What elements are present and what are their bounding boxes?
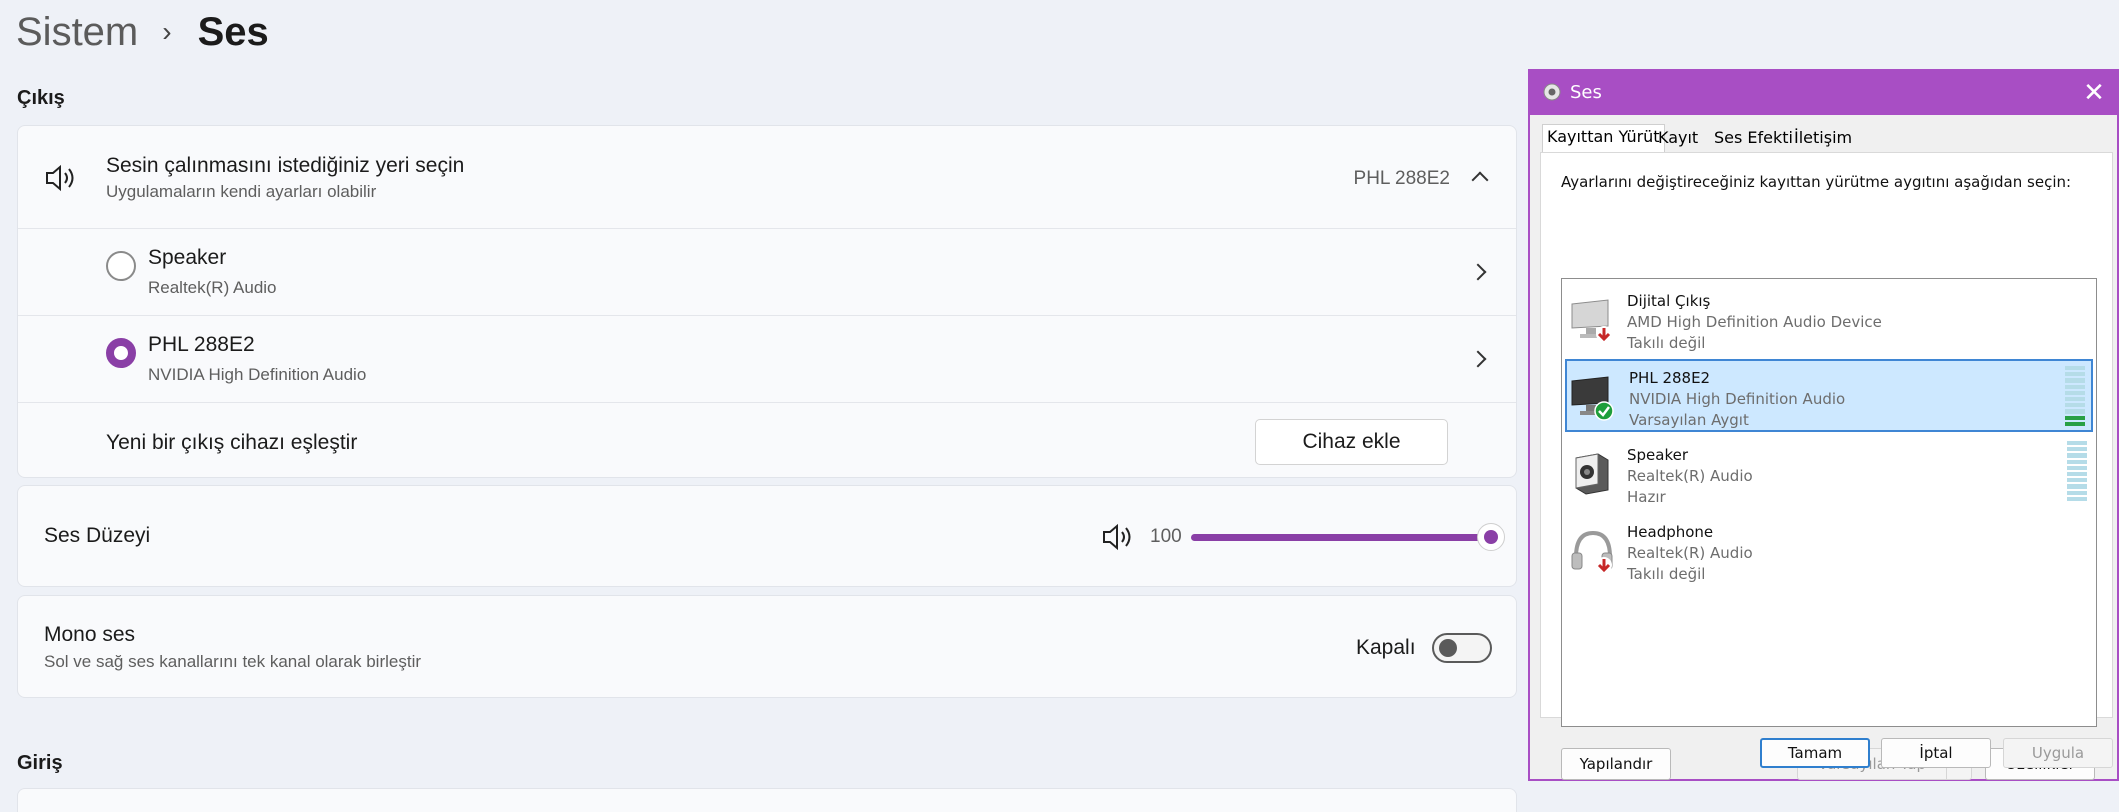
output-device-desc: NVIDIA High Definition Audio — [148, 365, 367, 384]
volume-slider-thumb[interactable] — [1477, 523, 1505, 551]
tab-communication[interactable]: İletişim — [1790, 126, 1856, 152]
playback-device-item[interactable]: Speaker Realtek(R) Audio Hazır — [1565, 436, 2093, 509]
playback-device-item[interactable]: Dijital Çıkış AMD High Definition Audio … — [1565, 282, 2093, 355]
tab-playback[interactable]: Kayıttan Yürüt — [1542, 124, 1665, 152]
device-desc: NVIDIA High Definition Audio — [1629, 390, 1846, 408]
ok-button[interactable]: Tamam — [1760, 738, 1870, 768]
apply-button[interactable]: Uygula — [2003, 738, 2113, 768]
dialog-titlebar[interactable]: Ses ✕ — [1530, 71, 2117, 115]
mono-toggle[interactable] — [1432, 633, 1492, 663]
output-chooser-subtitle: Uygulamaların kendi ayarları olabilir — [106, 182, 377, 201]
chevron-right-icon[interactable] — [1469, 350, 1487, 368]
volume-icon[interactable] — [1102, 523, 1136, 551]
device-status: Takılı değil — [1627, 565, 1706, 583]
playback-panel: Ayarlarını değiştireceğiniz kayıttan yür… — [1540, 152, 2113, 780]
pair-device-row: Yeni bir çıkış cihazı eşleştir Cihaz ekl… — [18, 402, 1516, 479]
mono-card: Mono ses Sol ve sağ ses kanallarını tek … — [17, 595, 1517, 698]
output-card: Sesin çalınmasını istediğiniz yeri seçin… — [17, 125, 1517, 478]
device-name: Headphone — [1627, 523, 1714, 541]
device-status: Varsayılan Aygıt — [1629, 411, 1749, 429]
chevron-right-icon[interactable] — [1469, 263, 1487, 281]
input-section-title: Giriş — [17, 752, 63, 774]
volume-value: 100 — [1150, 526, 1182, 547]
device-name: Dijital Çıkış — [1627, 292, 1711, 310]
input-card — [17, 788, 1517, 812]
device-status: Hazır — [1627, 488, 1666, 506]
chevron-up-icon[interactable] — [1471, 171, 1489, 189]
playback-instruction: Ayarlarını değiştireceğiniz kayıttan yür… — [1561, 173, 2072, 191]
pair-device-label: Yeni bir çıkış cihazı eşleştir — [106, 431, 358, 454]
output-device-desc: Realtek(R) Audio — [148, 278, 277, 297]
sound-dialog: Ses ✕ Kayıttan Yürüt Kayıt Ses Efekti İl… — [1528, 69, 2119, 781]
device-status: Takılı değil — [1627, 334, 1706, 352]
monitor-icon — [1571, 376, 1614, 421]
playback-device-list: Dijital Çıkış AMD High Definition Audio … — [1561, 278, 2097, 727]
page-title: Ses — [197, 9, 269, 54]
monitor-icon — [1571, 299, 1612, 342]
level-meter — [2067, 441, 2087, 502]
device-desc: Realtek(R) Audio — [1627, 544, 1753, 562]
output-device-row[interactable]: Speaker Realtek(R) Audio — [18, 228, 1516, 315]
mono-subtitle: Sol ve sağ ses kanallarını tek kanal ola… — [44, 652, 422, 671]
breadcrumb-parent[interactable]: Sistem — [16, 10, 138, 55]
device-desc: Realtek(R) Audio — [1627, 467, 1753, 485]
configure-button[interactable]: Yapılandır — [1561, 748, 1671, 780]
playback-device-item-selected[interactable]: PHL 288E2 NVIDIA High Definition Audio V… — [1565, 359, 2093, 432]
breadcrumb: Sistem › Ses — [16, 4, 269, 60]
close-icon[interactable]: ✕ — [2081, 79, 2107, 105]
volume-slider[interactable] — [1191, 520, 1505, 554]
output-chooser-title: Sesin çalınmasını istediğiniz yeri seçin — [106, 154, 465, 177]
tab-sound-effects[interactable]: Ses Efekti — [1710, 126, 1797, 152]
add-device-button[interactable]: Cihaz ekle — [1255, 419, 1448, 465]
breadcrumb-chevron-icon: › — [162, 16, 172, 47]
output-device-row[interactable]: PHL 288E2 NVIDIA High Definition Audio — [18, 315, 1516, 402]
mono-title: Mono ses — [44, 623, 136, 646]
volume-label: Ses Düzeyi — [44, 524, 151, 547]
phl-radio[interactable] — [106, 338, 136, 368]
mono-state-label: Kapalı — [1356, 636, 1416, 659]
output-selected-device: PHL 288E2 — [1353, 168, 1450, 189]
cancel-button[interactable]: İptal — [1881, 738, 1991, 768]
output-device-name: PHL 288E2 — [148, 333, 255, 356]
headphone-icon — [1571, 530, 1613, 573]
speaker-app-icon — [1543, 83, 1561, 101]
output-chooser[interactable]: Sesin çalınmasını istediğiniz yeri seçin… — [18, 126, 1516, 228]
playback-device-item[interactable]: Headphone Realtek(R) Audio Takılı değil — [1565, 513, 2093, 586]
output-section-title: Çıkış — [17, 87, 65, 109]
speaker-device-icon — [1575, 453, 1609, 495]
device-name: PHL 288E2 — [1629, 369, 1711, 387]
output-device-name: Speaker — [148, 246, 227, 269]
tab-recording[interactable]: Kayıt — [1654, 126, 1702, 152]
volume-slider-track — [1191, 534, 1491, 541]
device-name: Speaker — [1627, 446, 1689, 464]
device-desc: AMD High Definition Audio Device — [1627, 313, 1882, 331]
dialog-title: Ses — [1570, 82, 1602, 103]
speaker-radio[interactable] — [106, 251, 136, 281]
level-meter — [2065, 366, 2085, 427]
speaker-icon — [46, 164, 74, 192]
volume-card: Ses Düzeyi 100 — [17, 485, 1517, 587]
